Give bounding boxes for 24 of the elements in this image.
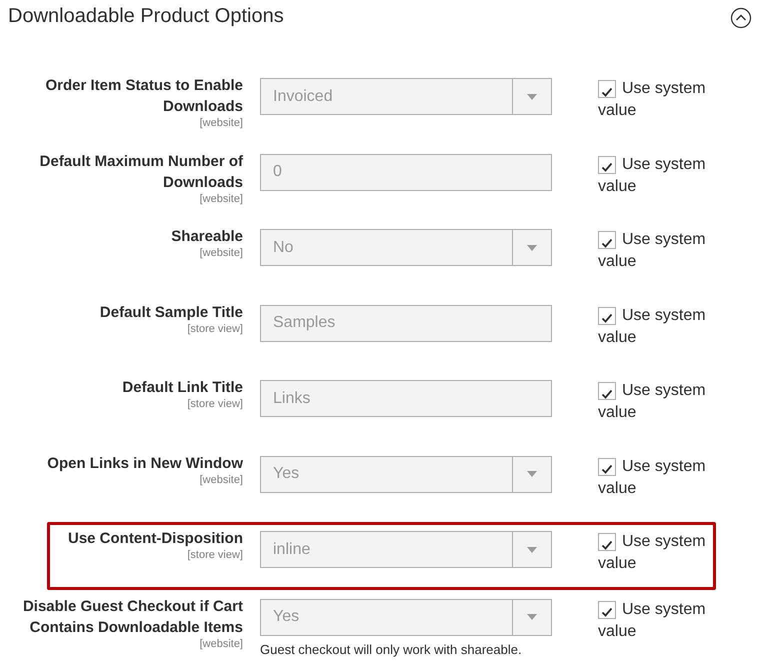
field-label: Default Link Title	[121, 378, 243, 398]
field-label: Order Item Status to Enable Downloads	[44, 76, 243, 117]
scope-label: [website]	[198, 117, 243, 129]
field-label: Default Sample Title	[98, 302, 243, 322]
scope-label: [website]	[198, 474, 243, 486]
dropdown-arrow-icon	[527, 244, 537, 250]
collapse-button[interactable]	[730, 6, 752, 28]
field-label: Use Content-Disposition	[67, 529, 243, 549]
dropdown-arrow-icon	[527, 614, 537, 620]
section-title: Downloadable Product Options	[8, 4, 284, 28]
dropdown-arrow-icon	[527, 471, 537, 477]
scope-label: [website]	[198, 247, 243, 259]
field-label: Disable Guest Checkout if Cart Contains Downloadable Items	[22, 596, 243, 638]
field-label: Default Maximum Number of Downloads	[38, 152, 243, 192]
dropdown-arrow-icon	[527, 546, 537, 552]
scope-label: [store view]	[186, 322, 243, 334]
scope-label: [store view]	[186, 398, 243, 410]
scope-label: [website]	[198, 638, 243, 650]
dropdown-arrow-icon	[527, 94, 537, 100]
field-label: Open Links in New Window	[46, 454, 243, 474]
field-label: Shareable	[170, 227, 243, 247]
field-note: Guest checkout will only work with shareable.	[260, 642, 523, 658]
scope-label: [store view]	[186, 549, 243, 561]
scope-label: [website]	[198, 192, 243, 204]
